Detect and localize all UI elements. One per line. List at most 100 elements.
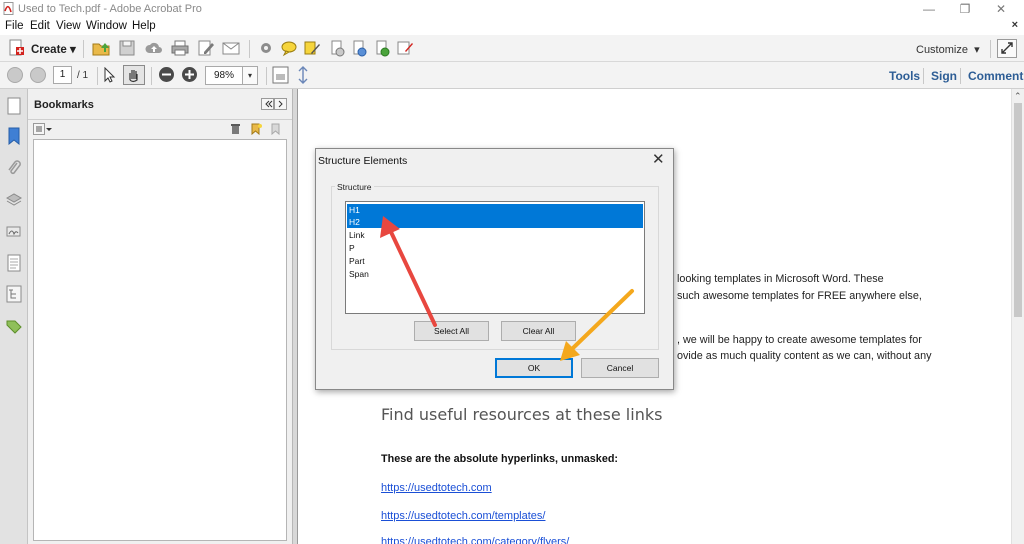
- save-icon[interactable]: [118, 39, 136, 57]
- document-heading: Find useful resources at these links: [381, 405, 663, 424]
- toolbar-divider: [249, 40, 250, 58]
- sign-document-icon[interactable]: [396, 39, 414, 57]
- body-text-line: looking templates in Microsoft Word. The…: [677, 273, 884, 285]
- structure-elements-dialog: Structure Elements ✕ Structure H1 H2 Lin…: [315, 148, 674, 390]
- pdf-app-icon: [3, 2, 14, 15]
- bookmark-tag-icon[interactable]: [270, 123, 283, 135]
- main-toolbar: Create ▾ Customize ▾: [0, 35, 1024, 62]
- window-title: Used to Tech.pdf - Adobe Acrobat Pro: [18, 3, 202, 15]
- panel-collapse-icon[interactable]: [261, 98, 287, 110]
- menu-help[interactable]: Help: [132, 20, 156, 32]
- expand-icon[interactable]: [997, 39, 1017, 58]
- tags-icon[interactable]: [6, 285, 22, 303]
- list-item[interactable]: H1: [347, 204, 643, 216]
- options-menu-icon[interactable]: [33, 123, 53, 135]
- close-window-button[interactable]: ✕: [978, 0, 1024, 18]
- scrollbar-thumb[interactable]: [1014, 103, 1022, 317]
- bookmarks-icon[interactable]: [6, 127, 22, 145]
- signatures-icon[interactable]: [6, 222, 22, 240]
- toolbar-divider: [923, 68, 924, 84]
- layers-icon[interactable]: [6, 190, 22, 208]
- email-icon[interactable]: [222, 39, 240, 57]
- menu-edit[interactable]: Edit: [30, 20, 50, 32]
- cancel-button[interactable]: Cancel: [581, 358, 659, 378]
- document-user-icon[interactable]: [350, 39, 368, 57]
- select-cursor-icon[interactable]: [103, 67, 117, 83]
- stamp-icon[interactable]: [328, 39, 346, 57]
- page-total: / 1: [77, 70, 89, 81]
- scroll-up-icon[interactable]: ⌃: [1014, 91, 1022, 102]
- page-thumbnails-icon[interactable]: [6, 97, 22, 115]
- toolbar-divider: [960, 68, 961, 84]
- delete-bookmark-icon[interactable]: [230, 123, 241, 135]
- document-download-icon[interactable]: [373, 39, 391, 57]
- scroll-mode-icon[interactable]: [296, 66, 310, 84]
- bookmarks-list[interactable]: [33, 139, 287, 541]
- open-folder-icon[interactable]: [92, 39, 110, 57]
- customize-label: Customize: [916, 44, 968, 56]
- toolbar-divider: [97, 67, 98, 85]
- create-pdf-icon: [9, 39, 24, 56]
- fit-page-icon[interactable]: [272, 66, 289, 84]
- comment-pane-link[interactable]: Comment: [968, 69, 1023, 83]
- settings-gear-icon[interactable]: [257, 39, 275, 57]
- create-button[interactable]: Create ▾: [31, 42, 76, 56]
- list-item[interactable]: P: [347, 242, 643, 254]
- zoom-level-input[interactable]: 98%: [205, 66, 243, 85]
- hyperlink[interactable]: https://usedtotech.com/templates/: [381, 510, 545, 522]
- edit-document-icon[interactable]: [197, 39, 215, 57]
- navigation-pane-icons: [0, 89, 28, 544]
- acrobat-window: Used to Tech.pdf - Adobe Acrobat Pro — ❐…: [0, 0, 1024, 544]
- toolbar-divider: [151, 67, 152, 85]
- zoom-in-icon[interactable]: [181, 66, 198, 83]
- new-bookmark-icon[interactable]: [250, 123, 263, 135]
- list-item[interactable]: Part: [347, 255, 643, 267]
- menu-window[interactable]: Window: [86, 20, 127, 32]
- bookmarks-toolbar: [28, 119, 292, 139]
- sign-pane-link[interactable]: Sign: [931, 69, 957, 83]
- highlight-icon[interactable]: [303, 39, 321, 57]
- comment-bubble-icon[interactable]: [280, 39, 298, 57]
- hand-tool-icon[interactable]: [123, 65, 145, 85]
- dialog-title: Structure Elements: [318, 155, 408, 167]
- toolbar-divider: [266, 67, 267, 85]
- document-bold-line: These are the absolute hyperlinks, unmas…: [381, 453, 619, 465]
- structure-group-label: Structure: [335, 182, 374, 192]
- hyperlink[interactable]: https://usedtotech.com: [381, 482, 492, 494]
- zoom-dropdown-button[interactable]: ▾: [243, 66, 258, 85]
- structure-listbox[interactable]: H1 H2 Link P Part Span: [345, 201, 645, 314]
- vertical-scrollbar[interactable]: ⌃: [1011, 89, 1024, 544]
- navigation-toolbar: 1 / 1 98% ▾ Tools Sign Comment: [0, 62, 1024, 89]
- menu-file[interactable]: File: [5, 20, 24, 32]
- select-all-button[interactable]: Select All: [414, 321, 489, 341]
- body-text-line: such awesome templates for FREE anywhere…: [677, 290, 922, 302]
- ok-button[interactable]: OK: [495, 358, 573, 378]
- content-icon[interactable]: [6, 254, 22, 272]
- tools-pane-link[interactable]: Tools: [889, 69, 920, 83]
- clear-all-button[interactable]: Clear All: [501, 321, 576, 341]
- cloud-upload-icon[interactable]: [145, 39, 163, 57]
- toolbar-divider: [83, 40, 84, 58]
- menu-view[interactable]: View: [56, 20, 81, 32]
- attachments-icon[interactable]: [6, 159, 22, 177]
- list-item[interactable]: Link: [347, 229, 643, 241]
- page-number-input[interactable]: 1: [53, 66, 72, 84]
- list-item[interactable]: Span: [347, 268, 643, 280]
- order-tag-icon[interactable]: [6, 317, 22, 335]
- zoom-out-icon[interactable]: [158, 66, 175, 83]
- next-page-button[interactable]: [30, 67, 46, 83]
- previous-page-button[interactable]: [7, 67, 23, 83]
- hyperlink[interactable]: https://usedtotech.com/category/flyers/: [381, 536, 569, 544]
- create-label: Create: [31, 44, 67, 56]
- title-bar: Used to Tech.pdf - Adobe Acrobat Pro — ❐…: [0, 0, 1024, 18]
- close-document-button[interactable]: ×: [1012, 19, 1018, 31]
- customize-dropdown[interactable]: Customize ▾: [916, 43, 980, 56]
- bookmarks-panel: Bookmarks: [28, 89, 293, 544]
- bookmarks-title: Bookmarks: [34, 99, 94, 111]
- list-item[interactable]: H2: [347, 216, 643, 228]
- dialog-close-button[interactable]: ✕: [652, 150, 665, 168]
- body-text-line: ovide as much quality content as we can,…: [677, 350, 932, 362]
- toolbar-divider: [990, 40, 991, 58]
- print-icon[interactable]: [171, 39, 189, 57]
- body-text-line: , we will be happy to create awesome tem…: [677, 334, 922, 346]
